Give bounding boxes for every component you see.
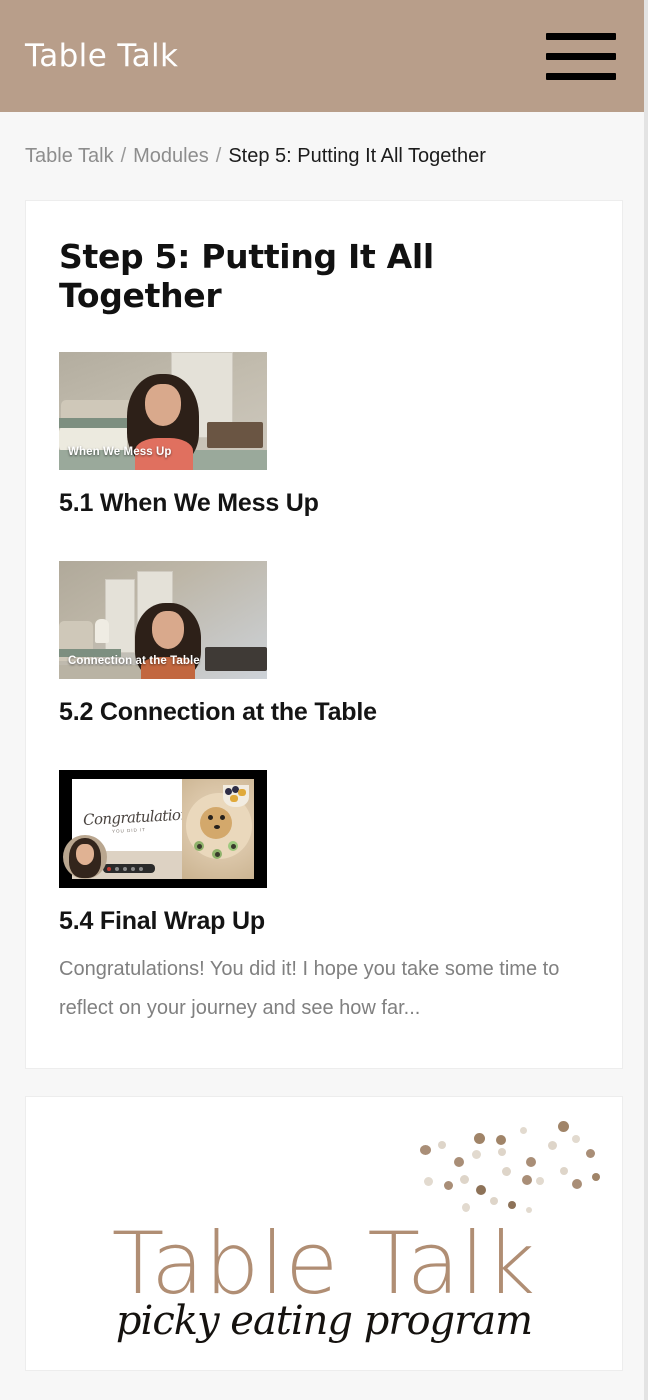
hamburger-bar-3 xyxy=(546,72,616,80)
food-kiwi-1 xyxy=(194,841,204,851)
confetti-dot xyxy=(560,1167,568,1175)
breadcrumb-item-modules[interactable]: Modules xyxy=(133,145,209,168)
thumbnail-caption: Connection at the Table xyxy=(68,655,200,667)
confetti-dot xyxy=(454,1157,464,1167)
confetti-dot xyxy=(498,1148,506,1156)
breadcrumb-item-current: Step 5: Putting It All Together xyxy=(228,144,486,167)
lesson-description: Congratulations! You did it! I hope you … xyxy=(59,958,560,1019)
confetti-dot xyxy=(472,1150,481,1159)
confetti-dot xyxy=(536,1177,544,1185)
avatar-face xyxy=(76,844,94,865)
food-bagel-face xyxy=(200,807,232,839)
food-photo-panel xyxy=(182,779,254,879)
food-eye-right xyxy=(220,815,225,820)
scene-person-face xyxy=(152,611,184,649)
confetti-dot xyxy=(558,1121,569,1132)
breadcrumb-separator-2: / xyxy=(215,144,222,167)
lesson-item[interactable]: Connection at the Table 5.2 Connection a… xyxy=(59,561,589,727)
logo-card: Table Talk picky eating program xyxy=(25,1096,623,1371)
confetti-dot xyxy=(462,1203,470,1212)
presenter-avatar xyxy=(63,835,107,879)
confetti-dot xyxy=(490,1197,498,1205)
confetti-dot xyxy=(526,1207,532,1213)
confetti-dot xyxy=(474,1133,485,1144)
video-control-bar xyxy=(103,864,155,873)
page-scrollbar[interactable] xyxy=(644,0,648,1400)
scene-dresser xyxy=(207,422,263,448)
hamburger-menu-icon[interactable] xyxy=(546,32,616,80)
control-dot-3 xyxy=(131,866,135,871)
breadcrumb: Table Talk / Modules / Step 5: Putting I… xyxy=(0,112,648,200)
scene-lamp xyxy=(95,619,109,643)
scene-dresser xyxy=(205,647,267,671)
confetti-dot xyxy=(444,1181,453,1190)
confetti-dot xyxy=(586,1149,595,1158)
confetti-dot xyxy=(522,1175,532,1185)
confetti-decoration xyxy=(414,1115,614,1225)
confetti-dot xyxy=(424,1177,433,1186)
thumbnail-caption: When We Mess Up xyxy=(68,446,172,458)
confetti-dot xyxy=(460,1175,469,1184)
confetti-dot xyxy=(438,1141,446,1149)
control-dot-1 xyxy=(115,866,119,871)
lesson-title[interactable]: 5.2 Connection at the Table xyxy=(59,698,589,727)
lesson-thumbnail-connection-at-the-table[interactable]: Connection at the Table xyxy=(59,561,267,679)
brand-logo: Table Talk picky eating program xyxy=(26,1214,622,1344)
site-header: Table Talk xyxy=(0,0,648,112)
lesson-thumbnail-when-we-mess-up[interactable]: When We Mess Up xyxy=(59,352,267,470)
brand-logo-title: Table Talk xyxy=(111,1214,537,1314)
food-berry-1 xyxy=(225,788,232,795)
lesson-title[interactable]: 5.4 Final Wrap Up xyxy=(59,907,589,936)
confetti-dot xyxy=(572,1135,580,1143)
site-brand[interactable]: Table Talk xyxy=(25,38,178,74)
food-fruit-bowl xyxy=(223,785,249,807)
confetti-dot xyxy=(572,1179,582,1189)
lesson-item[interactable]: Congratulations YOU DID IT 5.4 Final Wra… xyxy=(59,770,589,1028)
confetti-dot xyxy=(508,1201,516,1209)
confetti-dot xyxy=(496,1135,506,1145)
page-title: Step 5: Putting It All Together xyxy=(59,237,434,315)
confetti-dot xyxy=(420,1145,431,1155)
breadcrumb-item-table-talk[interactable]: Table Talk xyxy=(25,145,114,168)
control-dot-2 xyxy=(123,866,127,871)
lesson-thumbnail-final-wrap-up[interactable]: Congratulations YOU DID IT xyxy=(59,770,267,888)
hamburger-bar-2 xyxy=(546,52,616,60)
food-mango-1 xyxy=(238,789,246,796)
confetti-dot xyxy=(476,1185,486,1195)
food-kiwi-3 xyxy=(228,841,238,851)
confetti-dot xyxy=(526,1157,536,1167)
control-dot-4 xyxy=(139,866,143,871)
food-kiwi-2 xyxy=(212,849,222,859)
food-eye-left xyxy=(208,815,213,820)
lessons-card: Step 5: Putting It All Together When We … xyxy=(25,200,623,1069)
breadcrumb-separator-1: / xyxy=(120,144,127,167)
food-mango-2 xyxy=(230,795,238,802)
food-nose xyxy=(214,825,220,829)
scene-door-left xyxy=(105,579,135,653)
confetti-dot xyxy=(548,1141,557,1150)
confetti-dot xyxy=(592,1173,600,1181)
lesson-title[interactable]: 5.1 When We Mess Up xyxy=(59,489,589,518)
record-indicator-icon xyxy=(107,866,111,871)
confetti-dot xyxy=(520,1127,527,1134)
lesson-item[interactable]: When We Mess Up 5.1 When We Mess Up xyxy=(59,352,589,518)
confetti-dot xyxy=(502,1167,511,1176)
hamburger-bar-1 xyxy=(546,32,616,40)
scene-person-face xyxy=(145,384,181,426)
scene-bed-lower xyxy=(59,665,143,679)
